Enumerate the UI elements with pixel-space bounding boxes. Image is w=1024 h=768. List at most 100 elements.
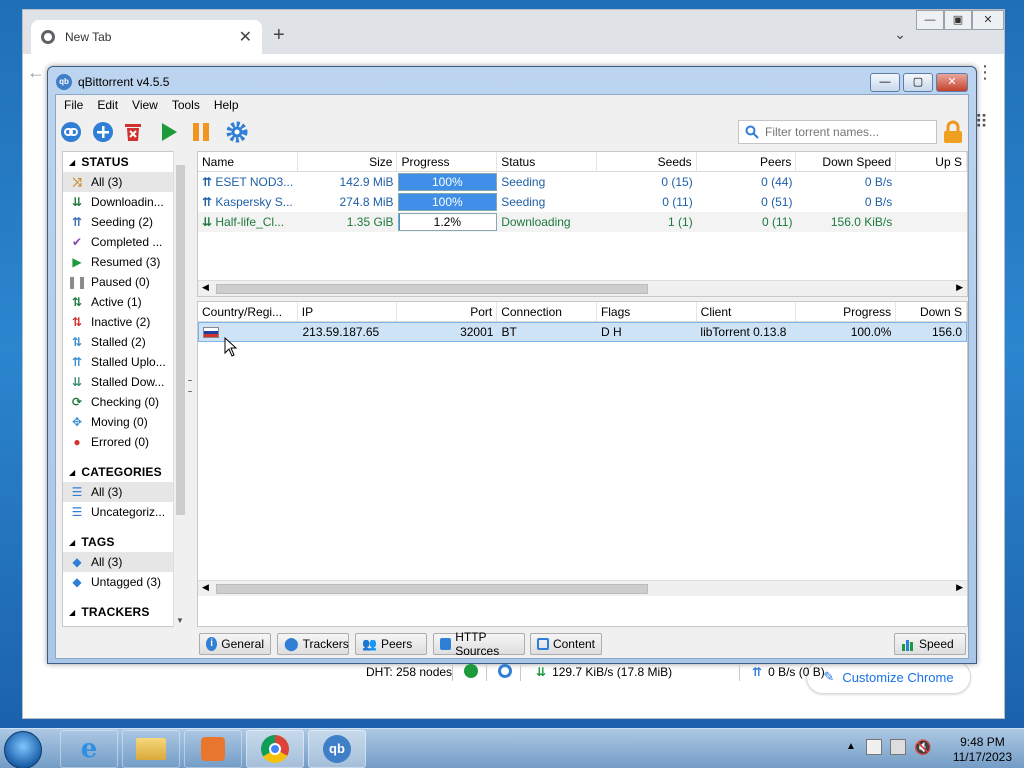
col-peer-down-speed[interactable]: Down S: [896, 302, 967, 321]
peer-row[interactable]: 213.59.187.65 32001 BT D H libTorrent 0.…: [198, 322, 967, 342]
sidebar-item-status-1[interactable]: ⇊ Downloadin...: [63, 192, 185, 212]
sidebar-section-status[interactable]: ◢ STATUS: [63, 152, 185, 172]
back-arrow-icon[interactable]: ←: [27, 62, 45, 83]
col-progress[interactable]: Progress: [397, 152, 498, 171]
col-port[interactable]: Port: [397, 302, 498, 321]
tab-search-chevron-icon[interactable]: ⌄: [894, 26, 906, 43]
menu-view[interactable]: View: [132, 98, 158, 112]
collapse-triangle-icon[interactable]: ◢: [69, 538, 75, 547]
scroll-right-arrow-icon[interactable]: ▶: [956, 282, 963, 293]
download-speed-status[interactable]: ⇊ 129.7 KiB/s (17.8 MiB): [536, 665, 672, 679]
chrome-taskbar-icon[interactable]: [246, 730, 304, 768]
resume-icon[interactable]: [158, 121, 180, 143]
col-seeds[interactable]: Seeds: [597, 152, 697, 171]
show-hidden-icons-arrow[interactable]: ▲: [846, 741, 856, 752]
collapse-triangle-icon[interactable]: ◢: [69, 468, 75, 477]
delete-torrent-icon[interactable]: [122, 121, 144, 143]
col-status[interactable]: Status: [497, 152, 597, 171]
col-up-speed[interactable]: Up S: [896, 152, 967, 171]
action-center-flag-icon[interactable]: [866, 739, 882, 755]
sidebar-scrollbar[interactable]: ▼: [173, 151, 186, 627]
menu-edit[interactable]: Edit: [97, 98, 118, 112]
lock-icon[interactable]: [942, 120, 964, 144]
sidebar-item-status-11[interactable]: ⟳ Checking (0): [63, 392, 185, 412]
options-gear-icon[interactable]: [226, 121, 248, 143]
col-country[interactable]: Country/Regi...: [198, 302, 298, 321]
peer-scroll-left-arrow-icon[interactable]: ◀: [202, 582, 209, 593]
col-peer-progress[interactable]: Progress: [796, 302, 897, 321]
sidebar-item-status-13[interactable]: ● Errored (0): [63, 432, 185, 452]
col-connection[interactable]: Connection: [497, 302, 597, 321]
sidebar-item-status-7[interactable]: ⇅ Inactive (2): [63, 312, 185, 332]
col-ip[interactable]: IP: [298, 302, 398, 321]
col-name[interactable]: Name: [198, 152, 298, 171]
close-tab-icon[interactable]: ✕: [239, 27, 252, 47]
file-explorer-taskbar-icon[interactable]: [122, 730, 180, 768]
sidebar-item-category-1[interactable]: ☰ Uncategoriz...: [63, 502, 185, 522]
network-icon[interactable]: [890, 739, 906, 755]
tab-peers[interactable]: 👥 Peers: [355, 633, 427, 655]
sidebar-item-status-5[interactable]: ❚❚ Paused (0): [63, 272, 185, 292]
torrent-row[interactable]: ⇈ Kaspersky S... 274.8 MiB 100% Seeding 0 (1…: [198, 192, 967, 212]
sidebar-item-tag-1[interactable]: ◆ Untagged (3): [63, 572, 185, 592]
scroll-down-arrow-icon[interactable]: ▼: [176, 616, 184, 625]
add-torrent-icon[interactable]: [92, 121, 114, 143]
scroll-left-arrow-icon[interactable]: ◀: [202, 282, 209, 293]
torrent-filter-box[interactable]: [738, 120, 937, 144]
new-tab-plus-icon[interactable]: +: [273, 24, 285, 47]
speed-button[interactable]: Speed: [894, 633, 966, 655]
col-peers[interactable]: Peers: [697, 152, 797, 171]
sidebar-section-categories[interactable]: ◢ CATEGORIES: [63, 462, 185, 482]
clock[interactable]: 9:48 PM 11/17/2023: [953, 735, 1012, 765]
sidebar-item-status-2[interactable]: ⇈ Seeding (2): [63, 212, 185, 232]
peer-list-hscrollbar[interactable]: ◀ ▶: [198, 580, 967, 596]
collapse-triangle-icon[interactable]: ◢: [69, 608, 75, 617]
customize-chrome-button[interactable]: ✎ Customize Chrome: [806, 660, 971, 694]
volume-muted-icon[interactable]: 🔇: [914, 739, 931, 756]
col-flags[interactable]: Flags: [597, 302, 697, 321]
chrome-minimize-button[interactable]: —: [916, 10, 944, 30]
tab-trackers[interactable]: ⬤ Trackers: [277, 633, 349, 655]
pause-icon[interactable]: [190, 121, 212, 143]
sidebar-item-status-12[interactable]: ✥ Moving (0): [63, 412, 185, 432]
upload-speed-status[interactable]: ⇈ 0 B/s (0 B): [752, 665, 825, 679]
sidebar-item-category-0[interactable]: ☰ All (3): [63, 482, 185, 502]
chrome-maximize-button[interactable]: ▣: [944, 10, 972, 30]
col-down-speed[interactable]: Down Speed: [796, 152, 897, 171]
tab-general[interactable]: i General: [199, 633, 271, 655]
alt-speed-icon[interactable]: [498, 664, 512, 678]
sidebar-section-tags[interactable]: ◢ TAGS: [63, 532, 185, 552]
torrent-row[interactable]: ⇊ Half-life_Cl... 1.35 GiB 1.2% Downloading…: [198, 212, 967, 232]
connection-status-icon[interactable]: [464, 664, 478, 678]
sidebar-item-status-3[interactable]: ✔ Completed ...: [63, 232, 185, 252]
menu-help[interactable]: Help: [214, 98, 239, 112]
sidebar-item-status-6[interactable]: ⇅ Active (1): [63, 292, 185, 312]
menu-file[interactable]: File: [64, 98, 83, 112]
torrent-row[interactable]: ⇈ ESET NOD3... 142.9 MiB 100% Seeding 0 (15)…: [198, 172, 967, 192]
sidebar-section-trackers[interactable]: ◢ TRACKERS: [63, 602, 185, 622]
col-client[interactable]: Client: [697, 302, 797, 321]
chrome-tab-new-tab[interactable]: New Tab ✕: [31, 20, 262, 54]
chrome-close-button[interactable]: ✕: [972, 10, 1004, 30]
sidebar-item-status-4[interactable]: ▶ Resumed (3): [63, 252, 185, 272]
sidebar-item-tag-0[interactable]: ◆ All (3): [63, 552, 185, 572]
torrent-list-hscrollbar[interactable]: ◀ ▶: [198, 280, 967, 296]
col-size[interactable]: Size: [298, 152, 398, 171]
tab-http-sources[interactable]: HTTP Sources: [433, 630, 525, 658]
search-input[interactable]: [765, 125, 925, 139]
menu-tools[interactable]: Tools: [172, 98, 200, 112]
media-player-taskbar-icon[interactable]: [184, 730, 242, 768]
peer-scroll-right-arrow-icon[interactable]: ▶: [956, 582, 963, 593]
internet-explorer-taskbar-icon[interactable]: e: [60, 730, 118, 768]
sidebar-item-status-8[interactable]: ⇅ Stalled (2): [63, 332, 185, 352]
qbittorrent-taskbar-icon[interactable]: qb: [308, 730, 366, 768]
sidebar-item-status-10[interactable]: ⇊ Stalled Dow...: [63, 372, 185, 392]
maximize-button[interactable]: ▢: [903, 73, 933, 92]
minimize-button[interactable]: —: [870, 73, 900, 92]
splitter-grip[interactable]: [188, 380, 192, 392]
close-button[interactable]: ✕: [936, 73, 968, 92]
tab-content[interactable]: Content: [530, 633, 602, 655]
chrome-menu-icon[interactable]: ⋮: [976, 62, 994, 83]
sidebar-item-status-0[interactable]: ⤨ All (3): [63, 172, 185, 192]
collapse-triangle-icon[interactable]: ◢: [69, 158, 75, 167]
